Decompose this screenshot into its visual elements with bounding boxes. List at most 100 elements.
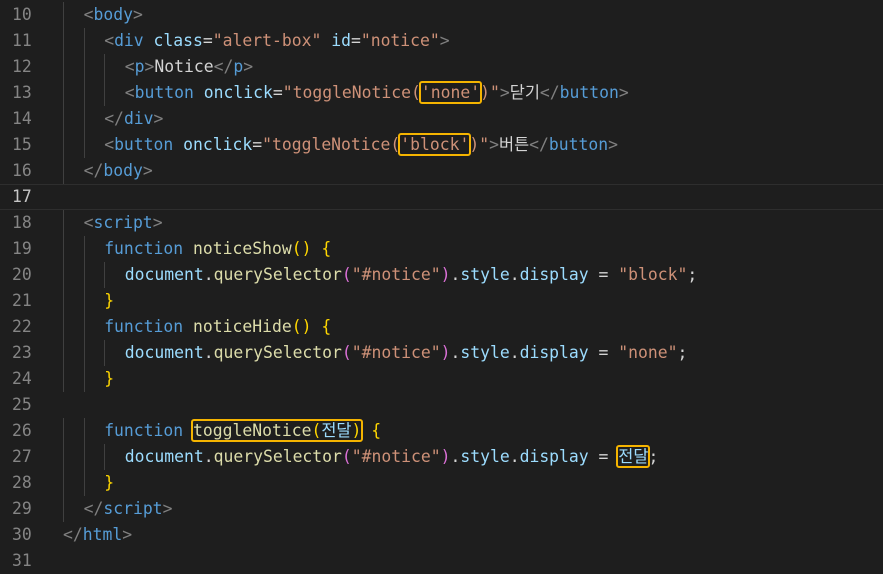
- code-token: (: [411, 83, 421, 102]
- code-token: onclick: [183, 135, 253, 154]
- code-text[interactable]: <button onclick="toggleNotice('none')">닫…: [125, 80, 629, 106]
- code-token: "alert-box": [212, 31, 322, 50]
- code-token: >: [489, 135, 499, 154]
- code-editor[interactable]: 10 <body> 11 <div class="alert-box" id="not…: [0, 0, 883, 570]
- code-text[interactable]: function noticeShow() {: [104, 236, 331, 262]
- code-token: "block": [618, 265, 688, 284]
- code-line-20[interactable]: 20 document.querySelector("#notice").styl…: [0, 262, 883, 288]
- code-text[interactable]: }: [104, 470, 114, 496]
- code-token: >: [132, 5, 143, 24]
- code-token: >: [618, 83, 629, 102]
- code-token: (): [291, 239, 312, 258]
- code-line-24[interactable]: 24}: [0, 366, 883, 392]
- code-text[interactable]: <div class="alert-box" id="notice">: [104, 28, 449, 54]
- code-line-26[interactable]: 26 function toggleNotice(전달) {: [0, 418, 883, 444]
- code-token: id: [331, 31, 351, 50]
- code-token: ;: [677, 343, 688, 362]
- code-line-12[interactable]: 12 <p>Notice</p>: [0, 54, 883, 80]
- code-line-22[interactable]: 22 function noticeHide() {: [0, 314, 883, 340]
- code-token: toggleNotice: [193, 421, 312, 440]
- code-token: >: [439, 31, 450, 50]
- highlighted-token: 'none': [418, 81, 483, 104]
- code-token: "#notice": [351, 265, 441, 284]
- indent-guide: [63, 80, 64, 106]
- code-line-27[interactable]: 27 document.querySelector("#notice").styl…: [0, 444, 883, 470]
- code-line-11[interactable]: 11 <div class="alert-box" id="notice">: [0, 28, 883, 54]
- code-token: "notice": [360, 31, 440, 50]
- code-text[interactable]: <body>: [84, 2, 143, 28]
- code-line-21[interactable]: 21}: [0, 288, 883, 314]
- code-text[interactable]: </script>: [84, 496, 173, 522]
- code-line-25[interactable]: 25: [0, 392, 883, 418]
- code-text[interactable]: document.querySelector("#notice").style.…: [125, 262, 697, 288]
- indent-guide: [63, 470, 64, 496]
- code-token: >: [152, 213, 163, 232]
- code-token: div: [114, 31, 144, 50]
- code-token: >: [122, 525, 133, 544]
- code-line-29[interactable]: 29 </script>: [0, 496, 883, 522]
- code-token: ;: [687, 265, 698, 284]
- code-text[interactable]: }: [104, 288, 114, 314]
- code-token: </: [83, 161, 104, 180]
- code-token: }: [104, 291, 115, 310]
- code-text[interactable]: }: [104, 366, 114, 392]
- indent-guide: [104, 444, 106, 470]
- code-token: function: [104, 239, 184, 258]
- code-line-15[interactable]: 15 <button onclick="toggleNotice('block')…: [0, 132, 883, 158]
- code-token: =: [272, 83, 283, 102]
- code-token: <: [83, 5, 94, 24]
- code-token: onclick: [203, 83, 273, 102]
- code-text[interactable]: document.querySelector("#notice").style.…: [125, 444, 658, 470]
- code-token: (: [341, 343, 352, 362]
- code-line-30[interactable]: 30 </html>: [0, 522, 883, 548]
- indent-guide: [63, 2, 64, 28]
- code-token: querySelector: [213, 265, 342, 284]
- code-token: div: [123, 109, 154, 128]
- code-token: .: [509, 447, 520, 466]
- code-token: Notice: [154, 57, 214, 76]
- code-token: p: [233, 57, 244, 76]
- code-token: script: [93, 213, 153, 232]
- code-text[interactable]: </div>: [104, 106, 163, 132]
- code-token: <: [124, 83, 135, 102]
- code-line-13[interactable]: 13 <button onclick="toggleNotice('none')"…: [0, 80, 883, 106]
- code-text[interactable]: </html>: [63, 522, 132, 548]
- code-token: "toggleNotice: [262, 135, 391, 154]
- indent-guide: [63, 418, 64, 444]
- code-line-28[interactable]: 28}: [0, 470, 883, 496]
- indent-guide: [104, 54, 106, 80]
- code-line-31[interactable]: 31: [0, 548, 883, 574]
- indent-guide: [83, 54, 85, 80]
- code-token: =: [350, 31, 361, 50]
- code-line-17[interactable]: 17: [0, 184, 883, 210]
- code-text[interactable]: <script>: [84, 210, 163, 236]
- indent-guide: [63, 132, 64, 158]
- code-token: class: [153, 31, 203, 50]
- line-number: 23: [12, 343, 32, 362]
- code-line-14[interactable]: 14 </div>: [0, 106, 883, 132]
- code-token: button: [114, 135, 174, 154]
- code-token: >: [144, 57, 155, 76]
- code-text[interactable]: document.querySelector("#notice").style.…: [125, 340, 688, 366]
- code-text[interactable]: </body>: [84, 158, 153, 184]
- code-text[interactable]: <button onclick="toggleNotice('block')">…: [104, 132, 618, 158]
- code-text[interactable]: function noticeHide() {: [104, 314, 331, 340]
- indent-guide: [63, 262, 64, 288]
- code-line-16[interactable]: 16 </body>: [0, 158, 883, 184]
- code-line-19[interactable]: 19 function noticeShow() {: [0, 236, 883, 262]
- line-number: 31: [12, 551, 32, 570]
- code-text[interactable]: function toggleNotice(전달) {: [104, 418, 381, 444]
- highlighted-token: 전달: [616, 445, 651, 468]
- indent-guide: [83, 340, 85, 366]
- code-token: <: [83, 213, 94, 232]
- code-token: =: [588, 447, 619, 466]
- code-line-10[interactable]: 10 <body>: [0, 2, 883, 28]
- code-line-23[interactable]: 23 document.querySelector("#notice").styl…: [0, 340, 883, 366]
- code-token: script: [103, 499, 163, 518]
- code-line-18[interactable]: 18 <script>: [0, 210, 883, 236]
- indent-guide: [83, 444, 85, 470]
- code-text[interactable]: <p>Notice</p>: [125, 54, 253, 80]
- code-token: >: [499, 83, 510, 102]
